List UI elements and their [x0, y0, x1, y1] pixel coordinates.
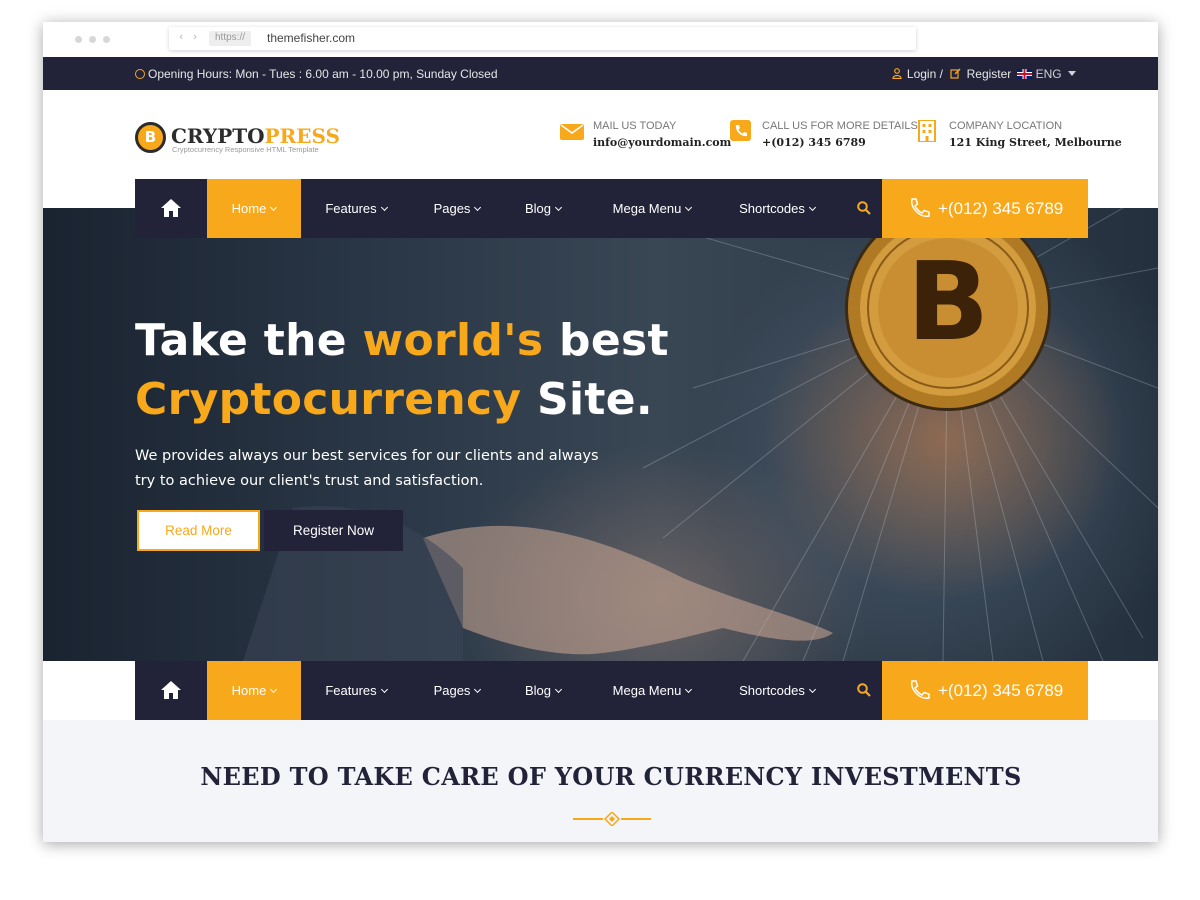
- chevron-down-icon: [380, 685, 388, 694]
- section-title: NEED TO TAKE CARE OF YOUR CURRENCY INVES…: [200, 762, 1022, 791]
- chevron-down-icon: [808, 203, 816, 212]
- mail-label: MAIL US TODAY: [593, 120, 677, 132]
- nav-item-label: Shortcodes: [739, 683, 805, 698]
- bitcoin-coin-symbol: B: [906, 240, 990, 365]
- nav-item-pages[interactable]: Pages: [422, 661, 492, 720]
- url-protocol: https://: [209, 31, 252, 46]
- phone-icon: [911, 680, 930, 699]
- mail-value[interactable]: info@yourdomain.com: [593, 136, 731, 149]
- home-icon: [161, 681, 181, 699]
- chevron-down-icon: [685, 203, 693, 212]
- search-icon: [857, 201, 871, 215]
- hero-description: We provides always our best services for…: [135, 448, 599, 489]
- nav-item-shortcodes[interactable]: Shortcodes: [729, 179, 825, 238]
- diamond-divider-icon: [573, 812, 651, 826]
- nav-home[interactable]: [135, 179, 206, 238]
- language-selector[interactable]: ENG: [1036, 67, 1062, 81]
- nav-item-label: Home: [231, 201, 267, 216]
- nav-item-label: Mega Menu: [612, 201, 682, 216]
- opening-hours: Opening Hours: Mon - Tues : 6.00 am - 10…: [135, 67, 498, 81]
- caret-down-icon[interactable]: [1068, 71, 1076, 76]
- window-dot[interactable]: [89, 36, 96, 43]
- clock-icon: [135, 69, 145, 79]
- bitcoin-logo-icon: B: [135, 122, 166, 153]
- nav-item-pages[interactable]: Pages: [422, 179, 492, 238]
- hero-title-highlight-1: world's: [362, 315, 544, 366]
- nav-item-label: Blog: [524, 201, 552, 216]
- opening-hours-text: Opening Hours: Mon - Tues : 6.00 am - 10…: [148, 67, 498, 81]
- hero-title-line2: Site.: [521, 374, 653, 425]
- nav-item-blog[interactable]: Blog: [512, 179, 574, 238]
- nav-item-features[interactable]: Features: [311, 661, 401, 720]
- chevron-down-icon: [554, 685, 563, 694]
- nav-phone-number: +(012) 345 6789: [938, 199, 1064, 218]
- browser-chrome: ‹ › https:// themefisher.com: [43, 22, 1158, 57]
- window-dot[interactable]: [103, 36, 110, 43]
- register-now-button[interactable]: Register Now: [264, 510, 403, 551]
- nav-item-label: Features: [325, 201, 377, 216]
- chevron-down-icon: [554, 203, 563, 212]
- nav-item-label: Mega Menu: [612, 683, 682, 698]
- chevron-down-icon: [270, 203, 278, 212]
- home-icon: [161, 199, 181, 217]
- edit-icon: [950, 68, 961, 79]
- building-icon: [918, 120, 936, 142]
- chevron-down-icon: [270, 685, 278, 694]
- nav-phone-number: +(012) 345 6789: [938, 681, 1064, 700]
- nav-item-blog[interactable]: Blog: [512, 661, 574, 720]
- hero-title-line1b: best: [543, 315, 669, 366]
- logo-tagline: Cryptocurrency Responsive HTML Template: [172, 145, 319, 154]
- phone-icon: [911, 198, 930, 217]
- nav-item-label: Home: [231, 683, 267, 698]
- read-more-button[interactable]: Read More: [137, 510, 260, 551]
- register-link[interactable]: Register: [967, 67, 1012, 81]
- address-bar[interactable]: ‹ › https:// themefisher.com: [169, 27, 916, 50]
- nav-home[interactable]: [135, 661, 206, 720]
- browser-window: ‹ › https:// themefisher.com Opening Hou…: [43, 22, 1158, 842]
- nav-item-mega-menu[interactable]: Mega Menu: [602, 661, 702, 720]
- hero-title: Take the world's best Cryptocurrency Sit…: [135, 311, 669, 429]
- user-icon: [891, 68, 902, 80]
- chevron-down-icon: [380, 203, 388, 212]
- account-links: Login / Register ENG: [891, 67, 1076, 81]
- url-domain[interactable]: themefisher.com: [267, 31, 355, 45]
- investments-section: NEED TO TAKE CARE OF YOUR CURRENCY INVES…: [43, 720, 1158, 842]
- nav-phone-cta[interactable]: +(012) 345 6789: [882, 179, 1088, 238]
- nav-phone-cta[interactable]: +(012) 345 6789: [882, 661, 1088, 720]
- chevron-down-icon: [474, 203, 482, 212]
- sticky-nav: Home Features Pages Blog Mega Menu Short…: [135, 661, 1088, 720]
- window-dot[interactable]: [75, 36, 82, 43]
- chevron-down-icon: [808, 685, 816, 694]
- chevron-down-icon: [685, 685, 693, 694]
- hero-title-highlight-2: Cryptocurrency: [135, 374, 522, 425]
- nav-item-shortcodes[interactable]: Shortcodes: [729, 661, 825, 720]
- phone-icon: [730, 120, 751, 141]
- nav-item-label: Pages: [433, 201, 471, 216]
- search-icon: [857, 683, 871, 697]
- back-forward-arrows-icon[interactable]: ‹ ›: [179, 30, 200, 43]
- envelope-icon: [560, 124, 584, 140]
- nav-item-label: Blog: [524, 683, 552, 698]
- uk-flag-icon: [1016, 69, 1032, 79]
- call-label: CALL US FOR MORE DETAILS: [762, 120, 918, 132]
- top-info-bar: Opening Hours: Mon - Tues : 6.00 am - 10…: [43, 57, 1158, 90]
- nav-search[interactable]: [847, 661, 881, 720]
- main-nav: Home Features Pages Blog Mega Menu Short…: [135, 179, 1088, 238]
- nav-search[interactable]: [847, 179, 881, 238]
- nav-item-home[interactable]: Home: [207, 661, 301, 720]
- nav-item-label: Features: [325, 683, 377, 698]
- login-link[interactable]: Login /: [907, 67, 943, 81]
- nav-item-mega-menu[interactable]: Mega Menu: [602, 179, 702, 238]
- chevron-down-icon: [474, 685, 482, 694]
- hero-title-line1a: Take the: [135, 315, 363, 366]
- nav-item-label: Pages: [433, 683, 471, 698]
- call-value[interactable]: +(012) 345 6789: [762, 136, 866, 149]
- nav-item-home[interactable]: Home: [207, 179, 301, 238]
- nav-item-features[interactable]: Features: [311, 179, 401, 238]
- location-label: COMPANY LOCATION: [949, 120, 1063, 132]
- nav-item-label: Shortcodes: [739, 201, 805, 216]
- location-value: 121 King Street, Melbourne: [949, 136, 1122, 149]
- hero-banner: B Take the world's best Cryptocurrency S…: [43, 208, 1158, 661]
